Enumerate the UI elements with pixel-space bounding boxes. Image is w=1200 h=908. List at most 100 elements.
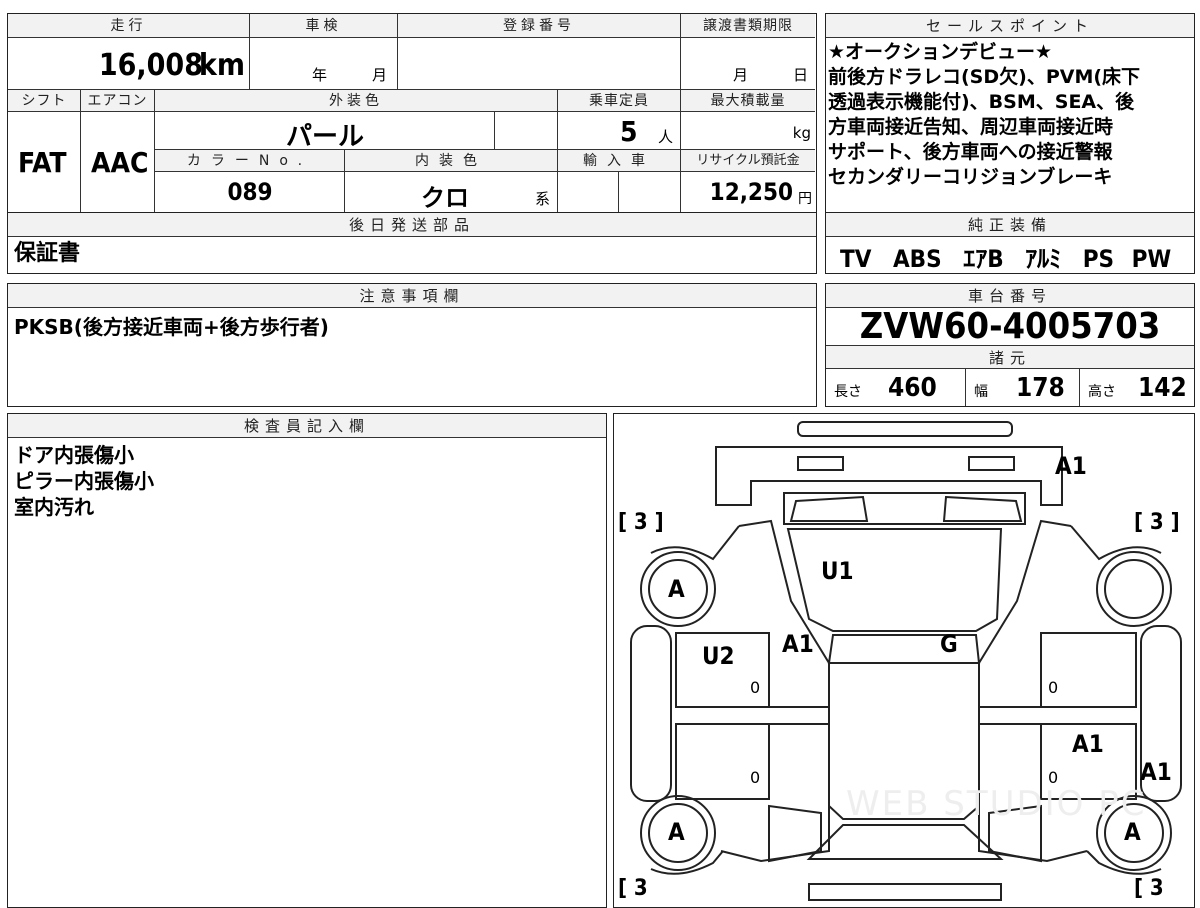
chassis-box: 車台番号 ZVW60-4005703 諸元 長さ 460 幅 178 高さ 14…: [825, 283, 1195, 407]
damage-diagram-box: A1 U1 A1 G U2 A1 A1 A A A [ 3 ] [ 3 ] [ …: [613, 413, 1195, 908]
spec-height-label: 高さ: [1088, 384, 1116, 400]
sales-point-box: セールスポイント ★オークションデビュー★ 前後方ドラレコ(SD欠)、PVM(床…: [825, 13, 1195, 213]
spec-width-value: 178: [1016, 373, 1065, 403]
registration-cell: [398, 38, 681, 90]
ac-cell: AAC: [81, 112, 155, 212]
color-number-label: カラーNo.: [155, 150, 345, 172]
shaken-year: 年: [312, 66, 328, 84]
interior-color-suffix: 系: [535, 190, 551, 208]
shipping-parts-label: 後日発送部品: [8, 213, 816, 237]
maxload-cell: kg: [681, 112, 815, 150]
spec-width-label: 幅: [974, 384, 988, 400]
tire-front-right-outer: [1096, 551, 1172, 627]
rear-window: [806, 824, 1004, 860]
mileage-unit: km: [198, 48, 245, 83]
inspector-line: ドア内張傷小: [14, 443, 134, 467]
specs-label: 諸元: [826, 345, 1194, 369]
exterior-color-value: パール: [285, 122, 364, 152]
mileage-value: 16,008: [98, 48, 203, 83]
sales-line: サポート、後方車両への接近警報: [828, 141, 1113, 163]
deadline-day: 日: [793, 66, 809, 84]
mileage-cell: 16,008 km: [8, 38, 250, 90]
equipment-item: PS: [1082, 245, 1115, 273]
door-divider-left: [676, 706, 829, 725]
sales-line: ★オークションデビュー★: [828, 41, 1053, 63]
door-divider-right: [979, 706, 1136, 725]
vehicle-info-table: 走行 車検 登録番号 譲渡書類期限 16,008 km 年 月 月 日 シフト …: [7, 13, 817, 213]
interior-color-value: クロ: [421, 184, 469, 212]
specs-row: 長さ 460 幅 178 高さ 142: [826, 369, 1194, 406]
import-cell-b: [619, 172, 681, 212]
hood-outline: [715, 446, 1063, 506]
mark-a1-right-door: A1: [1072, 730, 1104, 758]
tire-front-right-inner: [1104, 559, 1164, 619]
capacity-label: 乗車定員: [558, 90, 681, 112]
notes-box: 注意事項欄 PKSB(後方接近車両+後方歩行者): [7, 283, 817, 407]
ac-label: エアコン: [81, 90, 155, 112]
sales-point-lines: ★オークションデビュー★ 前後方ドラレコ(SD欠)、PVM(床下 透過表示機能付…: [828, 40, 1192, 190]
equipment-item: ABS: [892, 245, 942, 273]
bracket-bottom-left: [ 3: [618, 876, 648, 901]
car-diagram: [630, 421, 1182, 901]
rear-bumper: [808, 883, 1002, 901]
watermark: WEB STUDIO PC: [846, 784, 1147, 824]
maxload-label: 最大積載量: [681, 90, 815, 112]
equipment-item: ｱﾙﾐ: [1025, 245, 1062, 273]
spec-length-label: 長さ: [834, 384, 862, 400]
shift-value: FAT: [18, 146, 67, 179]
import-label: 輸入車: [558, 150, 681, 172]
headlight-left: [797, 456, 844, 471]
capacity-value: 5: [620, 115, 638, 148]
bracket-top-right: [ 3 ]: [1134, 510, 1180, 535]
spec-width: 幅 178: [966, 369, 1080, 406]
capacity-unit: 人: [658, 128, 674, 146]
inspector-lines: ドア内張傷小 ピラー内張傷小 室内汚れ: [14, 442, 154, 520]
shift-label: シフト: [8, 90, 81, 112]
equipment-items: TV ABS ｴｱB ｱﾙﾐ PS PW: [840, 239, 1171, 274]
mark-a1-center: A1: [782, 630, 814, 658]
recycle-unit: 円: [798, 191, 812, 207]
mark-u1: U1: [821, 557, 854, 585]
interior-color-cell: クロ 系: [345, 172, 558, 212]
fender-rear-right: [1086, 850, 1162, 875]
mark-tire-rl: A: [668, 818, 685, 846]
shaken-month: 月: [372, 66, 388, 84]
spec-height: 高さ 142: [1080, 369, 1194, 406]
equipment-item: TV: [840, 245, 872, 273]
equipment-item: ｴｱB: [963, 245, 1004, 273]
fender-rear-left: [650, 850, 724, 875]
mark-u2: U2: [702, 642, 735, 670]
equipment-label: 純正装備: [826, 213, 1194, 237]
zero-rear-left: 0: [750, 768, 761, 787]
shipping-parts-box: 後日発送部品 保証書: [7, 212, 817, 274]
deadline-cell: 月 日: [681, 38, 815, 90]
shipping-parts-value: 保証書: [14, 241, 81, 266]
color-number-cell: 089: [155, 172, 345, 212]
registration-label: 登録番号: [398, 14, 681, 38]
shift-cell: FAT: [8, 112, 81, 212]
bracket-top-left: [ 3 ]: [618, 510, 664, 535]
notes-label: 注意事項欄: [8, 284, 816, 308]
wiper-left: [789, 495, 869, 522]
mark-tire-fl: A: [668, 575, 685, 603]
interior-color-label: 内装色: [345, 150, 558, 172]
exterior-extra-cell: [495, 112, 558, 150]
front-pillar-area: [783, 492, 1026, 525]
sales-line: セカンダリーコリジョンブレーキ: [828, 166, 1113, 188]
inspector-box: 検査員記入欄 ドア内張傷小 ピラー内張傷小 室内汚れ: [7, 413, 607, 908]
shaken-label: 車検: [250, 14, 398, 38]
spec-height-value: 142: [1138, 373, 1187, 403]
notes-value: PKSB(後方接近車両+後方歩行者): [14, 315, 329, 339]
front-bumper: [797, 421, 1013, 437]
zero-front-left: 0: [750, 678, 761, 697]
maxload-unit: kg: [792, 124, 811, 142]
windshield: [786, 528, 1003, 632]
import-cell-a: [558, 172, 619, 212]
mark-a1-top: A1: [1055, 452, 1087, 480]
ac-value: AAC: [91, 146, 149, 179]
spec-length-value: 460: [888, 373, 937, 403]
recycle-value: 12,250: [709, 178, 793, 206]
recycle-label: リサイクル預託金: [681, 150, 815, 172]
wiper-right: [942, 495, 1023, 522]
headlight-right: [968, 456, 1015, 471]
